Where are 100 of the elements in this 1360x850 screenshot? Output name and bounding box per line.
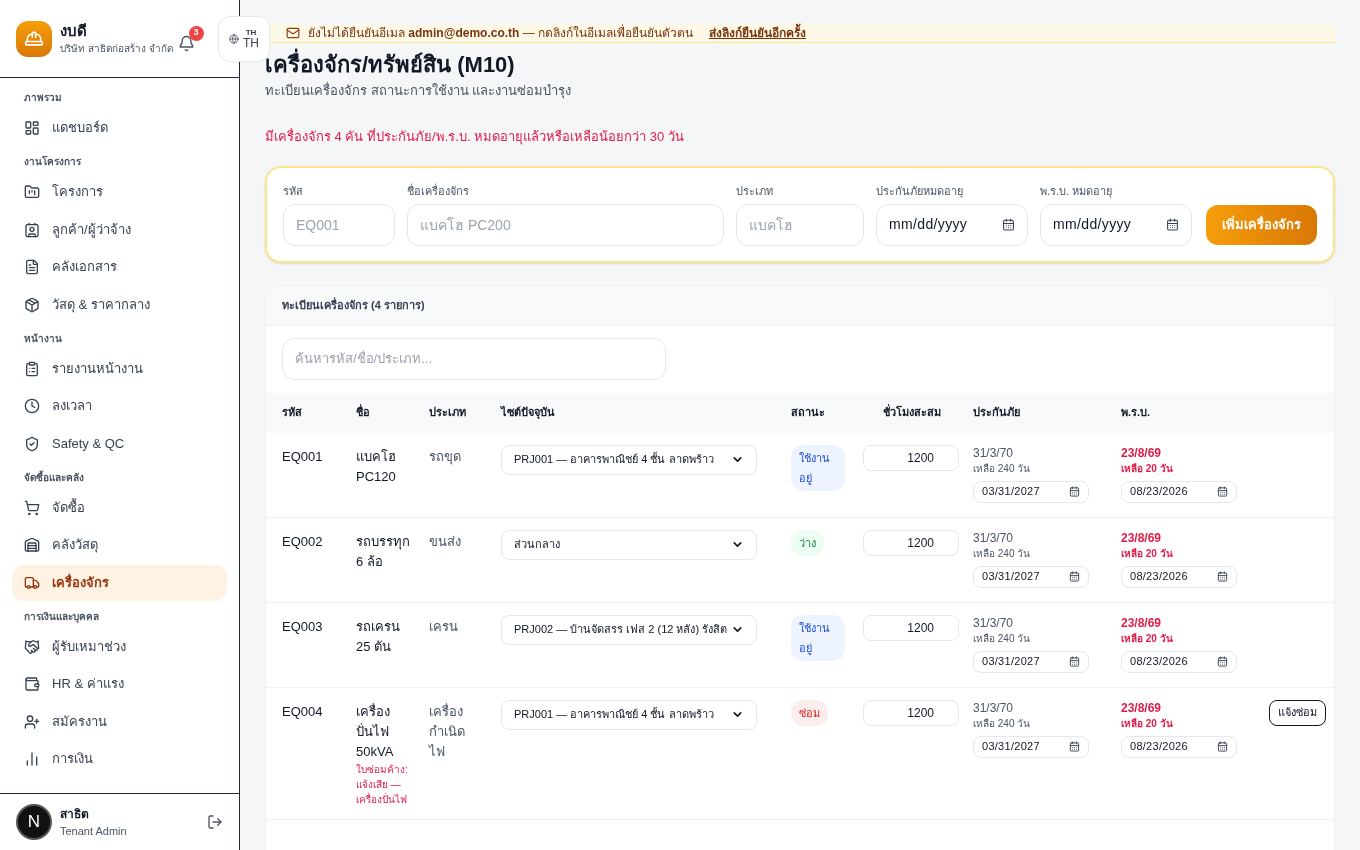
repair-note: ใบซ่อมค้าง: แจ้งเสีย — เครื่องปั่นไฟ: [356, 762, 409, 807]
text-field[interactable]: EQ001: [283, 203, 395, 246]
equipment-code: EQ002: [282, 532, 324, 551]
days-remaining: เหลือ 20 วัน: [1121, 546, 1174, 561]
calendar-icon: [1069, 656, 1080, 667]
text-field[interactable]: แบคโฮ: [736, 203, 864, 246]
calendar-icon: [1217, 486, 1228, 497]
days-remaining: เหลือ 240 วัน: [973, 631, 1032, 646]
calendar-icon: [1069, 741, 1080, 752]
text-field[interactable]: แบคโฮ PC200: [407, 203, 724, 246]
site-select[interactable]: PRJ002 — บ้านจัดสรร เฟส 2 (12 หลัง) รังสิต: [501, 614, 757, 645]
nav-item[interactable]: วัสดุ & ราคากลาง: [12, 286, 227, 323]
date-field[interactable]: 03/31/2027: [973, 565, 1089, 588]
expiry-date: 31/3/70: [973, 699, 1015, 716]
calendar-icon: [1217, 656, 1228, 667]
calendar-icon: [1217, 741, 1228, 752]
hours-field[interactable]: 1200: [863, 444, 959, 471]
nav-item[interactable]: สมัครงาน: [12, 703, 227, 740]
days-remaining: เหลือ 240 วัน: [973, 461, 1032, 476]
mail-icon: [286, 26, 300, 40]
nav-item[interactable]: คลังวัสดุ: [12, 527, 227, 563]
field-label: ประกันภัยหมดอายุ: [876, 184, 964, 200]
wallet-icon: [24, 676, 40, 692]
cart-icon: [24, 499, 40, 516]
expiry-date: 23/8/69: [1121, 444, 1163, 461]
site-select[interactable]: ส่วนกลาง: [501, 529, 757, 560]
dashboard-icon: [24, 120, 40, 136]
nav-item[interactable]: รายงานหน้างาน: [12, 350, 227, 387]
equipment-type: รถขุด: [429, 447, 462, 467]
calendar-icon: [1069, 486, 1080, 497]
field-label: รหัส: [283, 184, 304, 199]
shield-icon: [24, 435, 40, 452]
site-select[interactable]: PRJ001 — อาคารพาณิชย์ 4 ชั้น ลาดพร้าว: [501, 699, 757, 730]
user-role: Tenant Admin: [60, 823, 128, 839]
expiry-date: 31/3/70: [973, 529, 1015, 546]
column-header: ชั่วโมงสะสม: [882, 404, 942, 421]
nav-item[interactable]: การเงิน: [12, 741, 227, 777]
calendar-icon: [1217, 571, 1228, 582]
date-field[interactable]: 08/23/2026: [1121, 480, 1237, 503]
field-label: พ.ร.บ. หมดอายุ: [1040, 184, 1114, 200]
nav-item[interactable]: HR & ค่าแรง: [12, 666, 227, 702]
nav-item[interactable]: แดชบอร์ด: [12, 110, 227, 146]
search-field[interactable]: ค้นหารหัส/ชื่อ/ประเภท...: [282, 337, 666, 380]
folder-icon: [24, 184, 40, 200]
hours-field[interactable]: 1200: [863, 529, 959, 556]
days-remaining: เหลือ 20 วัน: [1121, 461, 1174, 476]
bar-chart-icon: [24, 751, 40, 767]
notification-count: 3: [188, 25, 204, 41]
date-field[interactable]: 03/31/2027: [973, 735, 1089, 758]
globe-icon: [229, 34, 239, 44]
handshake-icon: [24, 638, 40, 655]
nav-item[interactable]: โครงการ: [12, 174, 227, 210]
column-header: พ.ร.บ.: [1121, 405, 1152, 421]
brand-name: งบดี: [60, 21, 88, 41]
clipboard-icon: [24, 360, 40, 377]
date-field[interactable]: 03/31/2027: [973, 480, 1089, 503]
clock-icon: [24, 398, 40, 414]
notification-button[interactable]: 3: [176, 25, 204, 52]
user-name: สาธิต: [60, 805, 90, 823]
report-repair-button[interactable]: แจ้งซ่อม: [1269, 699, 1326, 726]
date-field[interactable]: 08/23/2026: [1121, 735, 1237, 758]
date-field[interactable]: mm/dd/yyyy: [1040, 203, 1192, 246]
nav-item[interactable]: เครื่องจักร: [12, 564, 227, 601]
field-label: ประเภท: [736, 184, 774, 199]
calendar-icon: [1069, 571, 1080, 582]
equipment-type: เครน: [429, 617, 459, 636]
box-icon: [24, 296, 40, 313]
status-badge: ใช้งานอยู่: [791, 444, 845, 491]
equipment-type: ขนส่ง: [429, 532, 462, 551]
date-field[interactable]: mm/dd/yyyy: [876, 203, 1028, 246]
expiry-date: 23/8/69: [1121, 614, 1163, 631]
nav-item[interactable]: คลังเอกสาร: [12, 249, 227, 285]
date-field[interactable]: 08/23/2026: [1121, 650, 1237, 673]
equipment-type: เครื่องกำเนิดไฟ: [429, 702, 466, 761]
nav-section-title: หน้างาน: [23, 331, 63, 346]
resend-link[interactable]: ส่งลิงก์ยืนยันอีกครั้ง: [709, 24, 807, 42]
days-remaining: เหลือ 20 วัน: [1121, 631, 1174, 646]
equipment-code: EQ003: [282, 617, 324, 636]
banner-message: ยังไม่ได้ยืนยันอีเมล admin@demo.co.th — กดลิงก์ในอีเมลเพื่อยืนยันตัวตน: [308, 24, 694, 42]
nav-item[interactable]: ลูกค้า/ผู้ว่าจ้าง: [12, 211, 227, 248]
bell-icon: [177, 34, 195, 52]
hours-field[interactable]: 1200: [863, 699, 959, 726]
equipment-name: รถบรรทุก 6 ล้อ: [356, 532, 411, 571]
truck-icon: [24, 574, 40, 591]
nav-item[interactable]: ลงเวลา: [12, 388, 227, 424]
nav-item[interactable]: จัดซื้อ: [12, 489, 227, 526]
days-remaining: เหลือ 20 วัน: [1121, 716, 1174, 731]
nav-item[interactable]: ผู้รับเหมาช่วง: [12, 628, 227, 665]
expiry-date: 23/8/69: [1121, 529, 1163, 546]
dev-badge[interactable]: N: [16, 804, 52, 840]
nav-section-title: จัดซื้อและคลัง: [23, 469, 85, 485]
days-remaining: เหลือ 240 วัน: [973, 546, 1032, 561]
hours-field[interactable]: 1200: [863, 614, 959, 641]
nav-item[interactable]: Safety & QC: [12, 425, 227, 462]
expiry-date: 31/3/70: [973, 614, 1015, 631]
table-title: ทะเบียนเครื่องจักร (4 รายการ): [282, 296, 425, 313]
logout-icon[interactable]: [207, 814, 223, 830]
date-field[interactable]: 08/23/2026: [1121, 565, 1237, 588]
site-select[interactable]: PRJ001 — อาคารพาณิชย์ 4 ชั้น ลาดพร้าว: [501, 444, 757, 475]
date-field[interactable]: 03/31/2027: [973, 650, 1089, 673]
